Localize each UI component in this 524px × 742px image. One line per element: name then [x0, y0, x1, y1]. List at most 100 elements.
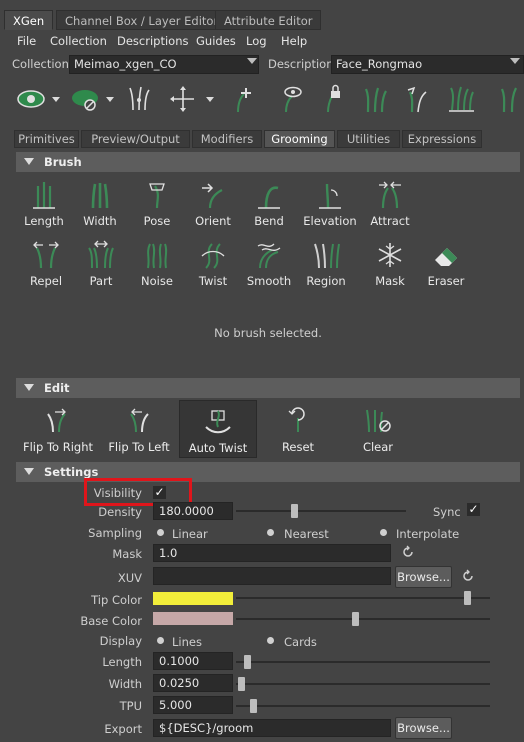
brush-repel[interactable]: Repel	[18, 240, 74, 288]
refresh-icon[interactable]	[461, 569, 475, 583]
xuv-field[interactable]	[153, 567, 391, 585]
edit-section-header[interactable]: Edit	[16, 378, 520, 398]
chevron-down-icon[interactable]	[52, 97, 60, 102]
tab-modifiers[interactable]: Modifiers	[192, 130, 262, 148]
visibility-checkbox[interactable]: ✓	[153, 486, 166, 499]
density-field[interactable]: 180.0000	[153, 502, 233, 520]
length-label: Length	[102, 655, 142, 669]
tpu-slider-track[interactable]	[236, 705, 490, 707]
brush-elevation-label: Elevation	[303, 214, 357, 228]
base-color-slider-handle[interactable]	[352, 612, 359, 626]
tab-channel-box[interactable]: Channel Box / Layer Editor	[56, 10, 228, 30]
lock-guide-icon[interactable]	[318, 84, 348, 114]
menu-log[interactable]: Log	[246, 32, 267, 50]
tab-grooming[interactable]: Grooming	[264, 130, 335, 148]
brush-twist[interactable]: Twist	[185, 240, 241, 288]
collapse-triangle-icon[interactable]	[24, 158, 34, 165]
tab-preview-output[interactable]: Preview/Output	[81, 130, 190, 148]
chevron-down-icon[interactable]	[510, 58, 520, 64]
grass-guides-icon[interactable]	[446, 84, 476, 114]
brush-noise[interactable]: Noise	[129, 240, 185, 288]
brush-width[interactable]: Width	[72, 180, 128, 228]
sampling-interpolate-radio[interactable]	[380, 529, 387, 536]
brush-section-header[interactable]: Brush	[16, 152, 520, 172]
flip-guide-icon[interactable]	[402, 84, 432, 114]
display-label: Display	[99, 634, 142, 648]
brush-region[interactable]: Region	[298, 240, 354, 288]
tpu-slider-handle[interactable]	[250, 699, 257, 713]
clear-button[interactable]: Clear	[352, 400, 404, 458]
density-label: Density	[98, 505, 142, 519]
xuv-browse-button[interactable]: Browse...	[395, 566, 452, 588]
tip-color-slider-handle[interactable]	[464, 591, 471, 605]
length-slider-track[interactable]	[236, 661, 490, 663]
brush-mask[interactable]: Mask	[362, 240, 418, 288]
tab-xgen[interactable]: XGen	[4, 10, 54, 30]
tpu-field[interactable]: 5.000	[153, 696, 233, 714]
tool-overflow-icon[interactable]	[494, 84, 524, 114]
menu-help[interactable]: Help	[281, 32, 307, 50]
tip-color-swatch[interactable]	[153, 592, 233, 605]
menu-guides[interactable]: Guides	[196, 32, 236, 50]
density-slider-handle[interactable]	[291, 504, 298, 518]
brush-orient[interactable]: Orient	[185, 180, 241, 228]
refresh-icon[interactable]	[401, 545, 415, 559]
length-slider-handle[interactable]	[244, 655, 251, 669]
pose-brush-icon	[149, 183, 165, 209]
tab-primitives[interactable]: Primitives	[14, 130, 79, 148]
length-field[interactable]: 0.1000	[153, 652, 233, 670]
menu-file[interactable]: File	[17, 32, 36, 50]
guide-points-icon[interactable]	[124, 84, 154, 114]
chevron-down-icon[interactable]	[206, 97, 214, 102]
brush-bend[interactable]: Bend	[241, 180, 297, 228]
export-field[interactable]: ${DESC}/groom	[153, 719, 391, 737]
width-brush-icon	[91, 183, 109, 209]
flip-to-left-button[interactable]: Flip To Left	[104, 400, 174, 458]
width-field[interactable]: 0.0250	[153, 674, 233, 692]
width-slider-handle[interactable]	[238, 677, 245, 691]
width-slider-track[interactable]	[236, 683, 490, 685]
bend-brush-icon	[258, 186, 280, 209]
chevron-down-icon[interactable]	[106, 97, 114, 102]
sampling-linear-radio[interactable]	[157, 529, 164, 536]
flip-to-right-button[interactable]: Flip To Right	[20, 400, 96, 458]
menu-descriptions[interactable]: Descriptions	[117, 32, 189, 50]
base-color-slider-track[interactable]	[236, 618, 490, 620]
auto-twist-button[interactable]: Auto Twist	[179, 400, 257, 458]
mask-field[interactable]: 1.0	[153, 544, 391, 562]
guides-grass-icon[interactable]	[360, 84, 390, 114]
tab-attribute-editor[interactable]: Attribute Editor	[215, 10, 322, 30]
brush-eraser[interactable]: Eraser	[418, 240, 474, 288]
export-browse-button[interactable]: Browse...	[395, 717, 452, 739]
display-lines-radio[interactable]	[157, 637, 164, 644]
chevron-down-icon[interactable]	[247, 58, 257, 64]
view-guide-icon[interactable]	[276, 84, 306, 114]
collapse-triangle-icon[interactable]	[24, 468, 34, 475]
mask-label: Mask	[112, 547, 142, 561]
elevation-brush-icon	[319, 183, 341, 209]
eye-icon[interactable]	[16, 84, 46, 114]
sampling-nearest-radio[interactable]	[267, 529, 274, 536]
brush-elevation[interactable]: Elevation	[302, 180, 358, 228]
brush-part[interactable]: Part	[73, 240, 129, 288]
collection-dropdown[interactable]: Meimao_xgen_CO	[69, 55, 259, 74]
brush-length[interactable]: Length	[16, 180, 72, 228]
sync-checkbox[interactable]: ✓	[467, 503, 480, 516]
display-cards-radio[interactable]	[267, 637, 274, 644]
brush-attract-label: Attract	[370, 214, 410, 228]
reset-button[interactable]: Reset	[270, 400, 326, 458]
base-color-swatch[interactable]	[153, 612, 233, 625]
brush-smooth[interactable]: Smooth	[241, 240, 297, 288]
tab-utilities[interactable]: Utilities	[337, 130, 400, 148]
density-slider-track[interactable]	[236, 510, 406, 512]
menu-collection[interactable]: Collection	[50, 32, 107, 50]
brush-attract[interactable]: Attract	[362, 180, 418, 228]
tab-expressions[interactable]: Expressions	[402, 130, 482, 148]
hide-icon[interactable]	[70, 84, 100, 114]
tip-color-slider-track[interactable]	[236, 597, 490, 599]
collapse-triangle-icon[interactable]	[24, 384, 34, 391]
brush-pose[interactable]: Pose	[129, 180, 185, 228]
description-dropdown[interactable]: Face_Rongmao	[331, 55, 524, 74]
add-guide-icon[interactable]	[228, 84, 258, 114]
move-guide-icon[interactable]	[168, 84, 198, 114]
